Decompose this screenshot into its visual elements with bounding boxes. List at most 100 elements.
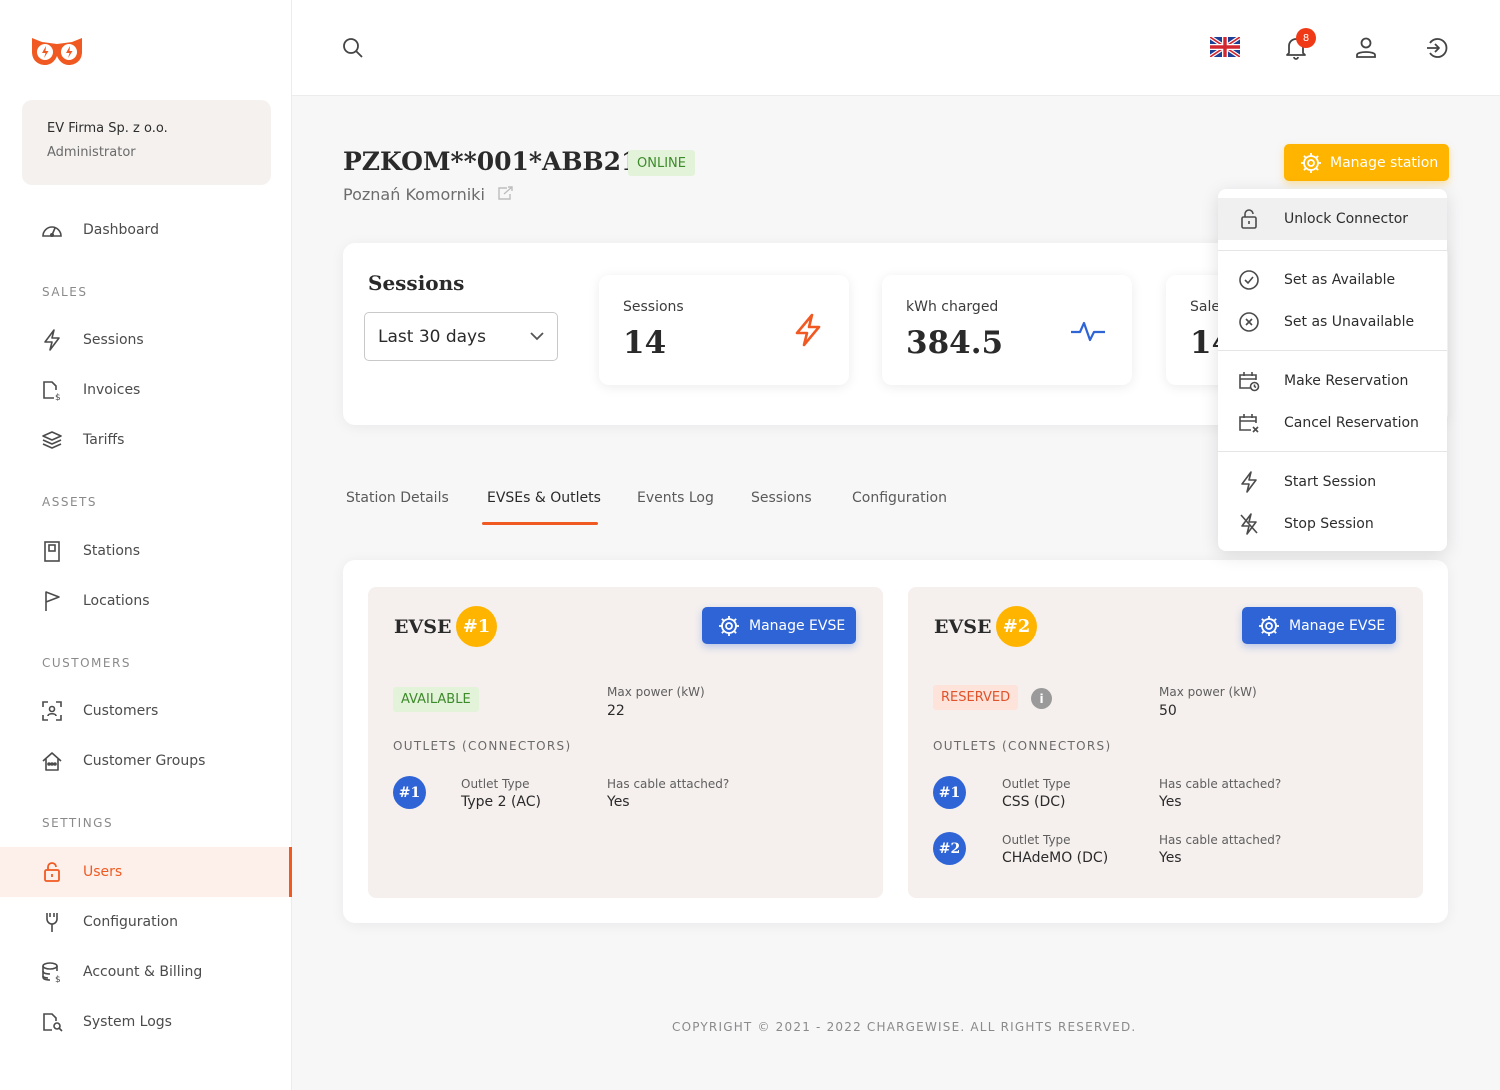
- evse-list: EVSE #1 Manage EVSE AVAILABLE Max power …: [343, 560, 1448, 923]
- calendar-x-icon: [1238, 412, 1260, 434]
- sidebar-item-label: Tariffs: [83, 432, 125, 448]
- calendar-clock-icon: [1238, 370, 1260, 392]
- user-icon[interactable]: [1353, 34, 1379, 60]
- sidebar-item-label: Users: [83, 864, 123, 880]
- manage-station-label: Manage station: [1330, 154, 1439, 171]
- menu-item-make-reservation[interactable]: Make Reservation: [1218, 360, 1447, 402]
- unlock-icon: [1238, 208, 1260, 230]
- sidebar-item-account-billing[interactable]: $ Account & Billing: [0, 947, 292, 997]
- sidebar-item-locations[interactable]: Locations: [0, 576, 292, 626]
- sidebar-item-invoices[interactable]: $ Invoices: [0, 365, 292, 415]
- svg-text:$: $: [55, 975, 61, 983]
- logout-icon[interactable]: [1424, 35, 1450, 61]
- plug-icon: [40, 910, 64, 934]
- sidebar-item-users[interactable]: Users: [0, 847, 292, 897]
- sidebar-item-tariffs[interactable]: Tariffs: [0, 415, 292, 465]
- menu-item-stop-session[interactable]: Stop Session: [1218, 503, 1447, 545]
- nav-section-settings: SETTINGS: [42, 816, 114, 830]
- tab-station-details[interactable]: Station Details: [346, 490, 449, 506]
- outlet-type-label: Outlet Type: [1002, 777, 1071, 791]
- period-select[interactable]: Last 30 days: [364, 312, 558, 361]
- outlet-number: #1: [933, 776, 966, 809]
- cable-attached-label: Has cable attached?: [1159, 833, 1282, 847]
- stat-label: kWh charged: [906, 299, 999, 315]
- uk-flag-icon[interactable]: [1210, 36, 1240, 58]
- menu-item-label: Set as Unavailable: [1284, 314, 1415, 330]
- sidebar-item-label: Customers: [83, 703, 159, 719]
- max-power-value: 50: [1159, 703, 1177, 719]
- sidebar: EV Firma Sp. z o.o. Administrator Dashbo…: [0, 0, 292, 1090]
- file-search-icon: [40, 1010, 64, 1034]
- sidebar-item-sessions[interactable]: Sessions: [0, 315, 292, 365]
- station-location: Poznań Komorniki: [343, 185, 514, 204]
- sidebar-item-customer-groups[interactable]: Customer Groups: [0, 736, 292, 786]
- cable-attached-value: Yes: [1159, 850, 1182, 866]
- evse-status-badge: AVAILABLE: [393, 687, 479, 712]
- tab-sessions[interactable]: Sessions: [751, 490, 812, 506]
- menu-item-label: Stop Session: [1284, 516, 1374, 532]
- cable-attached-label: Has cable attached?: [1159, 777, 1282, 791]
- chargewise-logo[interactable]: [28, 32, 86, 68]
- outlet-number: #2: [933, 832, 966, 865]
- evse-number: #1: [456, 606, 497, 647]
- external-link-icon[interactable]: [498, 185, 514, 204]
- account-card[interactable]: EV Firma Sp. z o.o. Administrator: [22, 100, 271, 185]
- tab-configuration[interactable]: Configuration: [852, 490, 947, 506]
- customer-scan-icon: [40, 699, 64, 723]
- menu-item-label: Make Reservation: [1284, 373, 1409, 389]
- manage-evse-label: Manage EVSE: [749, 617, 846, 634]
- period-select-value: Last 30 days: [378, 326, 486, 347]
- manage-evse-label: Manage EVSE: [1289, 617, 1386, 634]
- menu-item-set-available[interactable]: Set as Available: [1218, 259, 1447, 301]
- evse-status-badge: RESERVED: [933, 685, 1019, 710]
- lightning-off-icon: [1238, 513, 1260, 535]
- outlet-type-value: Type 2 (AC): [461, 794, 541, 810]
- stat-card-sessions: Sessions 14: [599, 275, 849, 385]
- sidebar-item-customers[interactable]: Customers: [0, 686, 292, 736]
- evse-card: EVSE #2 Manage EVSE RESERVED i Max power…: [908, 587, 1423, 898]
- stat-card-kwh: kWh charged 384.5: [882, 275, 1132, 385]
- sidebar-item-label: Stations: [83, 543, 141, 559]
- menu-item-label: Set as Available: [1284, 272, 1396, 288]
- user-role: Administrator: [47, 145, 136, 160]
- sidebar-item-label: Account & Billing: [83, 964, 203, 980]
- gear-icon: [719, 615, 739, 636]
- sidebar-item-label: Invoices: [83, 382, 141, 398]
- sidebar-item-label: Customer Groups: [83, 753, 206, 769]
- nav-section-assets: ASSETS: [42, 495, 97, 509]
- cable-attached-value: Yes: [1159, 794, 1182, 810]
- menu-item-cancel-reservation[interactable]: Cancel Reservation: [1218, 402, 1447, 444]
- station-icon: [40, 539, 64, 563]
- evse-title: EVSE: [934, 616, 992, 638]
- station-status-badge: ONLINE: [628, 150, 695, 176]
- pulse-icon: [1070, 319, 1106, 347]
- search-icon[interactable]: [340, 35, 366, 61]
- station-location-text: Poznań Komorniki: [343, 185, 485, 204]
- info-icon[interactable]: i: [1031, 688, 1052, 709]
- menu-item-set-unavailable[interactable]: Set as Unavailable: [1218, 301, 1447, 343]
- menu-item-start-session[interactable]: Start Session: [1218, 461, 1447, 503]
- tab-events-log[interactable]: Events Log: [637, 490, 714, 506]
- sidebar-item-stations[interactable]: Stations: [0, 526, 292, 576]
- menu-item-label: Unlock Connector: [1284, 211, 1409, 227]
- menu-item-unlock-connector[interactable]: Unlock Connector: [1218, 198, 1447, 240]
- menu-divider: [1218, 451, 1447, 452]
- sidebar-item-label: Configuration: [83, 914, 178, 930]
- sidebar-item-system-logs[interactable]: System Logs: [0, 997, 292, 1047]
- tab-evses-outlets[interactable]: EVSEs & Outlets: [487, 490, 601, 506]
- sidebar-item-configuration[interactable]: Configuration: [0, 897, 292, 947]
- topbar: [292, 0, 1500, 96]
- active-tab-indicator: [482, 522, 598, 525]
- manage-station-button[interactable]: Manage station: [1284, 144, 1449, 181]
- max-power-value: 22: [607, 703, 625, 719]
- sidebar-item-label: Sessions: [83, 332, 144, 348]
- notification-count-badge: 8: [1296, 28, 1316, 48]
- menu-item-label: Cancel Reservation: [1284, 415, 1419, 431]
- sidebar-item-dashboard[interactable]: Dashboard: [0, 205, 292, 255]
- manage-evse-button[interactable]: Manage EVSE: [1242, 607, 1396, 644]
- flag-icon: [40, 589, 64, 613]
- sidebar-item-label: Locations: [83, 593, 150, 609]
- chevron-down-icon: [530, 332, 544, 341]
- invoice-icon: $: [40, 378, 64, 402]
- manage-evse-button[interactable]: Manage EVSE: [702, 607, 856, 644]
